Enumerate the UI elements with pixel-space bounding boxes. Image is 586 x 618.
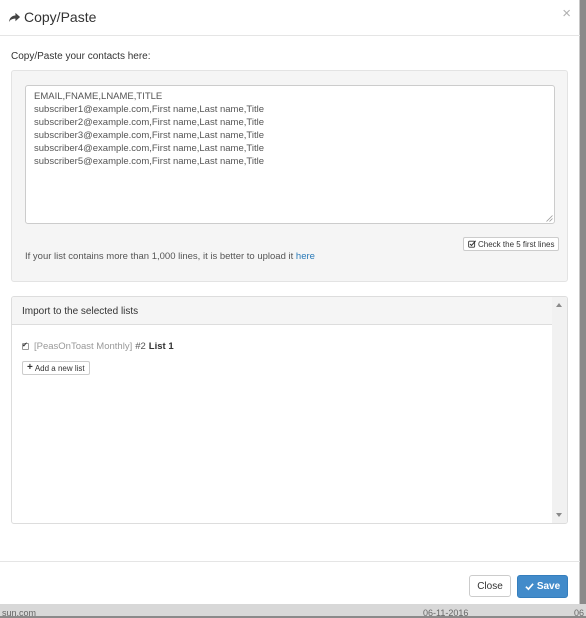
list-folder-name: [PeasOnToast Monthly] xyxy=(34,341,133,352)
modal-footer: Close Save xyxy=(0,561,580,604)
paste-well: EMAIL,FNAME,LNAME,TITLE subscriber1@exam… xyxy=(11,70,568,282)
upload-here-link[interactable]: here xyxy=(296,251,315,262)
plus-icon: + xyxy=(27,362,33,373)
check-icon xyxy=(525,583,534,591)
background-page xyxy=(0,604,586,616)
check-square-icon xyxy=(468,240,476,248)
share-arrow-icon xyxy=(8,12,21,22)
modal-title: Copy/Paste xyxy=(8,9,96,25)
list-name: List 1 xyxy=(148,341,174,352)
scroll-down-arrow-icon[interactable] xyxy=(556,513,562,517)
modal-title-text: Copy/Paste xyxy=(24,9,97,25)
list-number: #2 xyxy=(135,341,146,352)
upload-hint-text: If your list contains more than 1,000 li… xyxy=(25,251,294,262)
checkmark-icon: ✔ xyxy=(22,342,28,349)
list-checkbox[interactable]: ✔ xyxy=(22,342,29,350)
panel-heading-title: Import to the selected lists xyxy=(22,306,139,317)
background-text-right: 06-11-2016 xyxy=(423,608,469,618)
resize-grip-icon[interactable] xyxy=(546,215,553,222)
add-new-list-label: Add a new list xyxy=(34,363,85,373)
panel-heading: Import to the selected lists xyxy=(12,297,552,325)
add-new-list-button[interactable]: + Add a new list xyxy=(22,361,90,375)
close-button[interactable]: Close xyxy=(469,575,511,597)
save-label: Save xyxy=(536,581,561,592)
check-first-lines-button[interactable]: Check the 5 first lines xyxy=(463,237,560,251)
selected-lists-panel: Import to the selected lists ✔ [PeasOnTo… xyxy=(11,296,568,524)
copy-paste-modal: Copy/Paste × Copy/Paste your contacts he… xyxy=(0,0,580,604)
upload-hint: If your list contains more than 1,000 li… xyxy=(25,251,315,262)
check-first-lines-label: Check the 5 first lines xyxy=(478,239,555,249)
panel-scrollbar[interactable] xyxy=(552,297,567,523)
scroll-up-arrow-icon[interactable] xyxy=(556,303,562,307)
contacts-textarea[interactable]: EMAIL,FNAME,LNAME,TITLE subscriber1@exam… xyxy=(25,85,555,224)
background-text-left: sun.com xyxy=(2,608,37,618)
modal-header: Copy/Paste × xyxy=(0,0,580,36)
background-text-far-right: 06 xyxy=(574,608,585,618)
paste-instructions-label: Copy/Paste your contacts here: xyxy=(11,51,151,62)
list-item[interactable]: ✔ [PeasOnToast Monthly] #2 List 1 xyxy=(22,341,174,352)
close-icon[interactable]: × xyxy=(562,6,571,21)
save-button[interactable]: Save xyxy=(517,575,568,598)
